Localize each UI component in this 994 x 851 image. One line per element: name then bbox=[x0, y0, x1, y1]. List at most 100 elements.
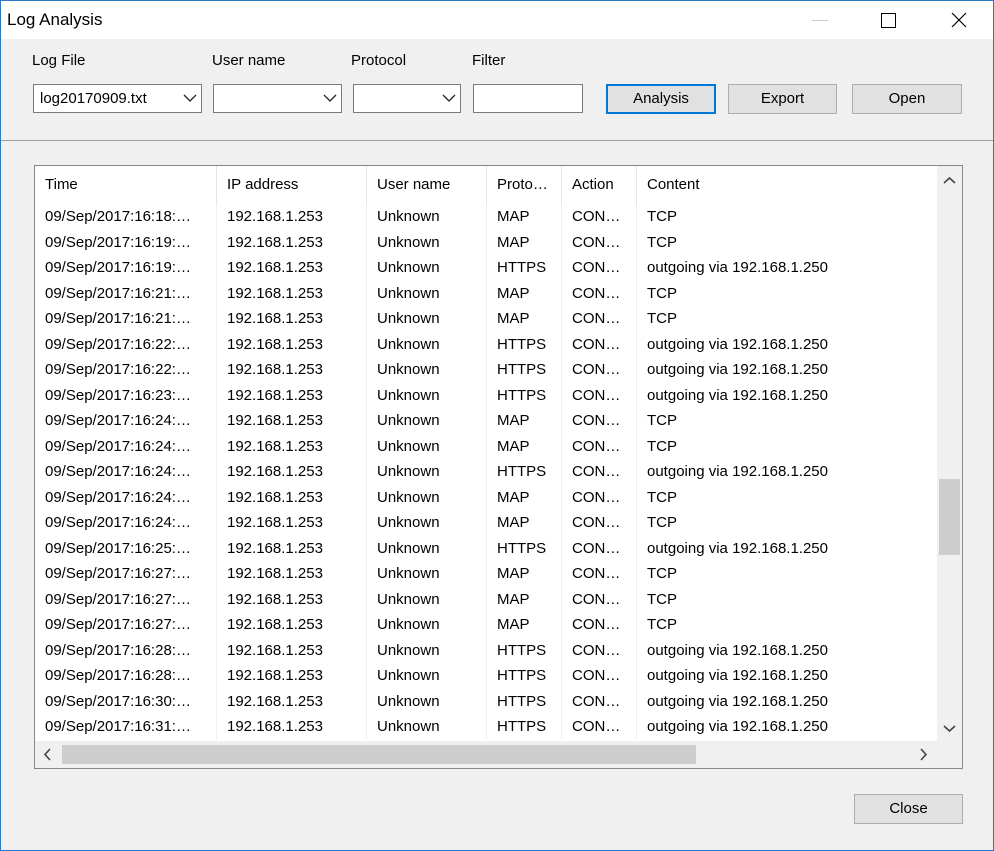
cell-user-name: Unknown bbox=[367, 663, 487, 689]
column-header-time[interactable]: Time bbox=[35, 166, 217, 204]
cell-user-name: Unknown bbox=[367, 612, 487, 638]
cell-user-name: Unknown bbox=[367, 535, 487, 561]
cell-protocol: HTTPS bbox=[487, 637, 562, 663]
close-window-button[interactable] bbox=[934, 1, 980, 39]
table-row[interactable]: 09/Sep/2017:16:27:… 192.168.1.253 Unknown M… bbox=[35, 586, 937, 612]
cell-user-name: Unknown bbox=[367, 408, 487, 434]
table-row[interactable]: 09/Sep/2017:16:19:… 192.168.1.253 Unknown M… bbox=[35, 229, 937, 255]
cell-content: outgoing via 192.168.1.250 bbox=[647, 667, 828, 684]
column-header-ip-address[interactable]: IP address bbox=[217, 166, 367, 204]
cell-content: outgoing via 192.168.1.250 bbox=[647, 718, 828, 735]
cell-protocol: MAP bbox=[487, 612, 562, 638]
table-row[interactable]: 09/Sep/2017:16:24:… 192.168.1.253 Unknown M… bbox=[35, 510, 937, 536]
arrow-down-icon[interactable] bbox=[943, 724, 956, 733]
table-row[interactable]: 09/Sep/2017:16:27:… 192.168.1.253 Unknown M… bbox=[35, 612, 937, 638]
table-row[interactable]: 09/Sep/2017:16:22:… 192.168.1.253 Unknown H… bbox=[35, 331, 937, 357]
cell-user-name: Unknown bbox=[367, 204, 487, 230]
cell-protocol: MAP bbox=[487, 229, 562, 255]
protocol-combobox[interactable] bbox=[353, 84, 461, 113]
cell-content: outgoing via 192.168.1.250 bbox=[647, 259, 828, 276]
maximize-button[interactable] bbox=[864, 1, 910, 39]
vertical-scroll-thumb[interactable] bbox=[939, 479, 960, 555]
cell-user-name: Unknown bbox=[367, 280, 487, 306]
user-name-combobox[interactable] bbox=[213, 84, 342, 113]
table-row[interactable]: 09/Sep/2017:16:24:… 192.168.1.253 Unknown M… bbox=[35, 408, 937, 434]
cell-ip-address: 192.168.1.253 bbox=[217, 382, 367, 408]
log-file-combobox[interactable]: log20170909.txt bbox=[33, 84, 202, 113]
table-row[interactable]: 09/Sep/2017:16:25:… 192.168.1.253 Unknown H… bbox=[35, 535, 937, 561]
cell-protocol: MAP bbox=[487, 484, 562, 510]
cell-protocol: MAP bbox=[487, 561, 562, 587]
table-row[interactable]: 09/Sep/2017:16:23:… 192.168.1.253 Unknown H… bbox=[35, 382, 937, 408]
column-header-protocol[interactable]: Proto… bbox=[487, 166, 562, 204]
cell-user-name: Unknown bbox=[367, 688, 487, 714]
table-row[interactable]: 09/Sep/2017:16:21:… 192.168.1.253 Unknown M… bbox=[35, 280, 937, 306]
table-row[interactable]: 09/Sep/2017:16:24:… 192.168.1.253 Unknown H… bbox=[35, 459, 937, 485]
cell-protocol: MAP bbox=[487, 510, 562, 536]
table-row[interactable]: 09/Sep/2017:16:30:… 192.168.1.253 Unknown H… bbox=[35, 688, 937, 714]
table-row[interactable]: 09/Sep/2017:16:19:… 192.168.1.253 Unknown H… bbox=[35, 255, 937, 281]
cell-time: 09/Sep/2017:16:28:… bbox=[35, 637, 217, 663]
cell-time: 09/Sep/2017:16:24:… bbox=[35, 510, 217, 536]
cell-protocol: MAP bbox=[487, 204, 562, 230]
user-name-label: User name bbox=[212, 52, 286, 69]
table-row[interactable]: 09/Sep/2017:16:24:… 192.168.1.253 Unknown M… bbox=[35, 484, 937, 510]
cell-action: CON… bbox=[562, 204, 637, 230]
table-row[interactable]: 09/Sep/2017:16:24:… 192.168.1.253 Unknown M… bbox=[35, 433, 937, 459]
minimize-button[interactable] bbox=[798, 1, 844, 39]
cell-action: CON… bbox=[562, 280, 637, 306]
cell-action: CON… bbox=[562, 586, 637, 612]
table-row[interactable]: 09/Sep/2017:16:18:… 192.168.1.253 Unknown M… bbox=[35, 204, 937, 230]
table-row[interactable]: 09/Sep/2017:16:31:… 192.168.1.253 Unknown H… bbox=[35, 714, 937, 740]
cell-content: TCP bbox=[647, 437, 677, 455]
table-row[interactable]: 09/Sep/2017:16:27:… 192.168.1.253 Unknown M… bbox=[35, 561, 937, 587]
analysis-button[interactable]: Analysis bbox=[606, 84, 716, 114]
filter-input[interactable] bbox=[473, 84, 583, 113]
horizontal-scrollbar[interactable] bbox=[35, 741, 937, 768]
cell-action: CON… bbox=[562, 255, 637, 281]
cell-protocol: HTTPS bbox=[487, 714, 562, 740]
table-row[interactable]: 09/Sep/2017:16:22:… 192.168.1.253 Unknown H… bbox=[35, 357, 937, 383]
close-button[interactable]: Close bbox=[854, 794, 963, 824]
cell-ip-address: 192.168.1.253 bbox=[217, 714, 367, 740]
cell-user-name: Unknown bbox=[367, 357, 487, 383]
open-button[interactable]: Open bbox=[852, 84, 962, 114]
cell-protocol: MAP bbox=[487, 433, 562, 459]
cell-user-name: Unknown bbox=[367, 561, 487, 587]
cell-action: CON… bbox=[562, 561, 637, 587]
cell-time: 09/Sep/2017:16:27:… bbox=[35, 586, 217, 612]
cell-ip-address: 192.168.1.253 bbox=[217, 484, 367, 510]
column-header-action[interactable]: Action bbox=[562, 166, 637, 204]
cell-ip-address: 192.168.1.253 bbox=[217, 535, 367, 561]
table-row[interactable]: 09/Sep/2017:16:28:… 192.168.1.253 Unknown H… bbox=[35, 637, 937, 663]
cell-time: 09/Sep/2017:16:25:… bbox=[35, 535, 217, 561]
cell-user-name: Unknown bbox=[367, 510, 487, 536]
table-row[interactable]: 09/Sep/2017:16:28:… 192.168.1.253 Unknown H… bbox=[35, 663, 937, 689]
cell-ip-address: 192.168.1.253 bbox=[217, 229, 367, 255]
horizontal-scroll-thumb[interactable] bbox=[62, 745, 696, 764]
cell-ip-address: 192.168.1.253 bbox=[217, 408, 367, 434]
cell-user-name: Unknown bbox=[367, 433, 487, 459]
cell-user-name: Unknown bbox=[367, 331, 487, 357]
cell-time: 09/Sep/2017:16:27:… bbox=[35, 612, 217, 638]
cell-action: CON… bbox=[562, 382, 637, 408]
cell-content: outgoing via 192.168.1.250 bbox=[647, 692, 828, 710]
column-header-user-name[interactable]: User name bbox=[367, 166, 487, 204]
log-table[interactable]: Time IP address User name Proto… Action … bbox=[34, 165, 963, 769]
cell-time: 09/Sep/2017:16:21:… bbox=[35, 306, 217, 332]
cell-protocol: HTTPS bbox=[487, 255, 562, 281]
column-header-content[interactable]: Content bbox=[637, 166, 937, 204]
cell-content: TCP bbox=[647, 565, 677, 582]
cell-action: CON… bbox=[562, 714, 637, 740]
chevron-down-icon bbox=[183, 94, 197, 102]
arrow-up-icon[interactable] bbox=[943, 176, 956, 185]
cell-content: TCP bbox=[647, 616, 677, 633]
title-bar[interactable]: Log Analysis bbox=[1, 1, 993, 39]
cell-protocol: MAP bbox=[487, 306, 562, 332]
table-row[interactable]: 09/Sep/2017:16:21:… 192.168.1.253 Unknown M… bbox=[35, 306, 937, 332]
export-button[interactable]: Export bbox=[728, 84, 837, 114]
cell-content: TCP bbox=[647, 284, 677, 302]
arrow-right-icon[interactable] bbox=[919, 748, 928, 761]
vertical-scrollbar[interactable] bbox=[937, 166, 962, 741]
arrow-left-icon[interactable] bbox=[43, 748, 52, 761]
